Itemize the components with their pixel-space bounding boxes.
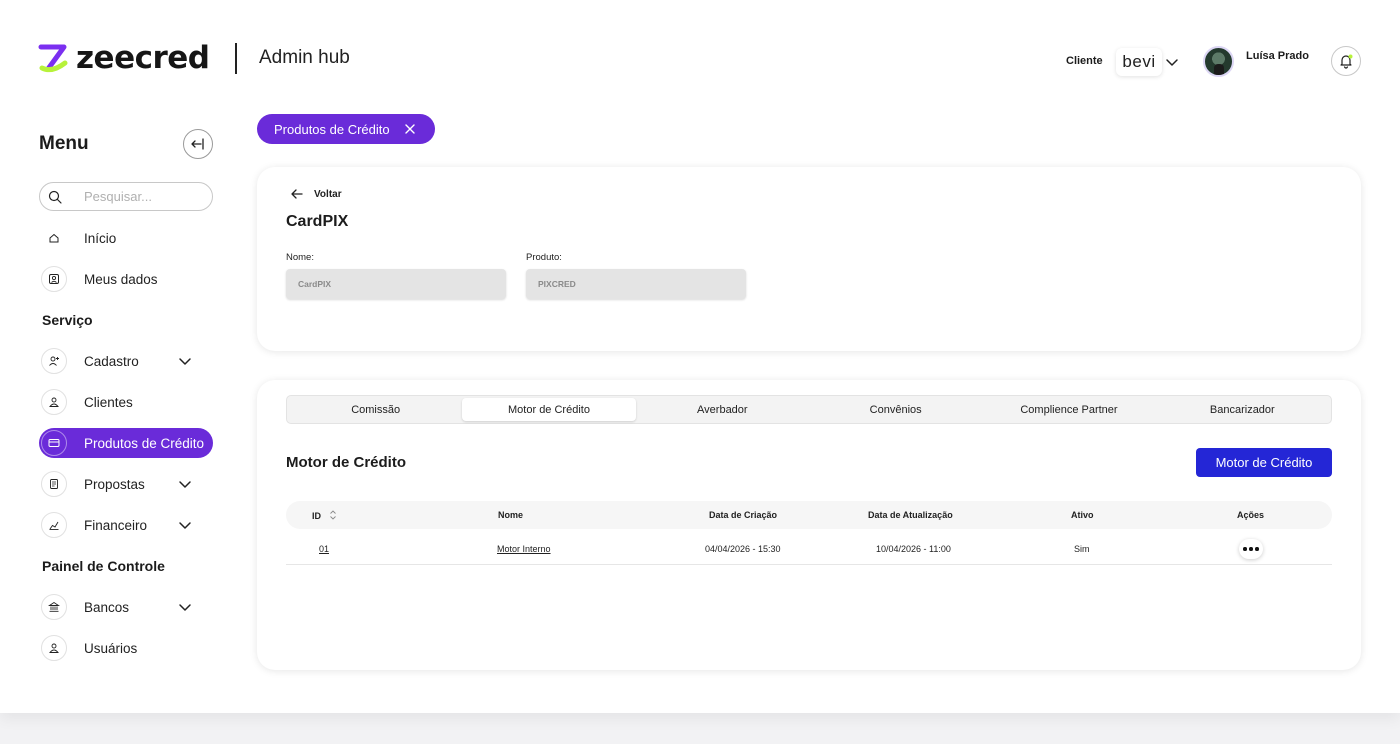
filter-chip[interactable]: Produtos de Crédito (257, 114, 435, 144)
zeecred-logo-icon (38, 42, 68, 74)
column-header-id[interactable]: ID (312, 510, 337, 521)
more-dots-icon (1249, 547, 1253, 551)
brand-logo[interactable]: zeecred (38, 40, 210, 76)
sidebar-search[interactable] (39, 182, 213, 211)
chevron-down-icon (179, 481, 191, 488)
user-name: Luísa Prado (1246, 50, 1309, 62)
sidebar-item-label: Meus dados (84, 271, 158, 287)
product-detail-card: Voltar CardPIX Nome: Produto: (257, 167, 1361, 351)
document-icon (41, 471, 67, 497)
column-header-data-atualizacao: Data de Atualização (868, 510, 953, 520)
column-header-ativo: Ativo (1071, 510, 1094, 520)
sidebar-item-label: Clientes (84, 394, 133, 410)
tab-motor-de-credito[interactable]: Motor de Crédito (462, 398, 636, 421)
nome-field[interactable] (286, 269, 506, 299)
field-label-produto: Produto: (526, 252, 562, 263)
row-data-criacao: 04/04/2026 - 15:30 (705, 544, 781, 554)
table-row: 01 Motor Interno 04/04/2026 - 15:30 10/0… (286, 532, 1332, 565)
row-id-link[interactable]: 01 (319, 544, 329, 554)
tab-comissao[interactable]: Comissão (289, 398, 462, 421)
client-label: Cliente (1066, 55, 1103, 67)
bank-icon (41, 594, 67, 620)
sidebar-item-label: Financeiro (84, 517, 148, 533)
table-header: ID Nome Data de Criação Data de Atualiza… (286, 501, 1332, 529)
chevron-down-icon (179, 604, 191, 611)
chevron-down-icon (179, 522, 191, 529)
sidebar-item-label: Cadastro (84, 353, 139, 369)
filter-chip-label: Produtos de Crédito (274, 121, 390, 137)
sidebar-item-bancos[interactable]: Bancos (39, 592, 213, 622)
sidebar-item-label: Início (84, 230, 117, 246)
section-title: Motor de Crédito (286, 454, 406, 471)
clients-icon (41, 389, 67, 415)
column-header-acoes: Ações (1237, 510, 1265, 520)
user-add-icon (41, 348, 67, 374)
collapse-sidebar-button[interactable] (183, 129, 213, 159)
app-title: Admin hub (259, 47, 350, 68)
user-card-icon (41, 266, 67, 292)
search-input[interactable] (84, 189, 194, 204)
sidebar-item-meus-dados[interactable]: Meus dados (39, 264, 213, 294)
sidebar-item-cadastro[interactable]: Cadastro (39, 346, 213, 376)
product-title: CardPIX (286, 213, 349, 230)
back-label: Voltar (314, 188, 342, 200)
menu-title: Menu (39, 133, 89, 154)
notifications-button[interactable] (1331, 46, 1361, 76)
arrow-left-icon (291, 189, 303, 199)
more-dots-icon (1255, 547, 1259, 551)
chevron-down-icon[interactable] (1164, 54, 1180, 70)
sidebar-item-label: Bancos (84, 599, 130, 615)
sidebar-item-financeiro[interactable]: Financeiro (39, 510, 213, 540)
row-ativo: Sim (1074, 544, 1090, 554)
collapse-left-icon (191, 138, 204, 150)
column-header-label: ID (312, 511, 321, 521)
field-label-nome: Nome: (286, 252, 314, 263)
tab-convenios[interactable]: Convênios (809, 398, 982, 421)
search-icon (48, 190, 62, 204)
tab-averbador[interactable]: Averbador (636, 398, 809, 421)
home-icon (41, 225, 67, 251)
sidebar-item-propostas[interactable]: Propostas (39, 469, 213, 499)
card-icon (41, 430, 67, 456)
produto-field[interactable] (526, 269, 746, 299)
chevron-down-icon (179, 358, 191, 365)
tab-complience-partner[interactable]: Complience Partner (982, 398, 1155, 421)
sidebar-item-produtos-de-credito[interactable]: Produtos de Crédito (39, 428, 213, 458)
sidebar-item-inicio[interactable]: Início (39, 223, 213, 253)
row-nome-link[interactable]: Motor Interno (497, 544, 551, 554)
sidebar-item-clientes[interactable]: Clientes (39, 387, 213, 417)
app-window: zeecred Admin hub Cliente bevi Luísa Pra… (0, 0, 1400, 713)
close-icon[interactable] (403, 122, 417, 136)
product-config-card: Comissão Motor de Crédito Averbador Conv… (257, 380, 1361, 670)
column-header-nome: Nome (498, 510, 524, 520)
bell-icon (1340, 54, 1353, 69)
row-actions-button[interactable] (1239, 539, 1263, 559)
sidebar-item-label: Produtos de Crédito (84, 435, 205, 451)
tab-bar: Comissão Motor de Crédito Averbador Conv… (286, 395, 1332, 424)
users-icon (41, 635, 67, 661)
more-dots-icon (1243, 547, 1247, 551)
sidebar-item-label: Propostas (84, 476, 145, 492)
back-link[interactable]: Voltar (290, 187, 342, 201)
avatar[interactable] (1203, 46, 1234, 77)
add-motor-de-credito-button[interactable]: Motor de Crédito (1196, 448, 1332, 477)
sidebar-item-label: Usuários (84, 640, 138, 656)
section-title-servico: Serviço (42, 312, 93, 328)
client-logo-text: bevi (1122, 52, 1156, 71)
column-header-data-criacao: Data de Criação (709, 510, 778, 520)
tab-bancarizador[interactable]: Bancarizador (1156, 398, 1329, 421)
sidebar-item-usuarios[interactable]: Usuários (39, 633, 213, 663)
finance-icon (41, 512, 67, 538)
brand-name: zeecred (76, 40, 210, 76)
row-data-atualizacao: 10/04/2026 - 11:00 (876, 544, 951, 554)
sort-icon (329, 510, 336, 520)
client-selector[interactable]: bevi (1116, 48, 1162, 76)
header-divider (235, 43, 237, 74)
section-title-painel: Painel de Controle (42, 558, 165, 574)
